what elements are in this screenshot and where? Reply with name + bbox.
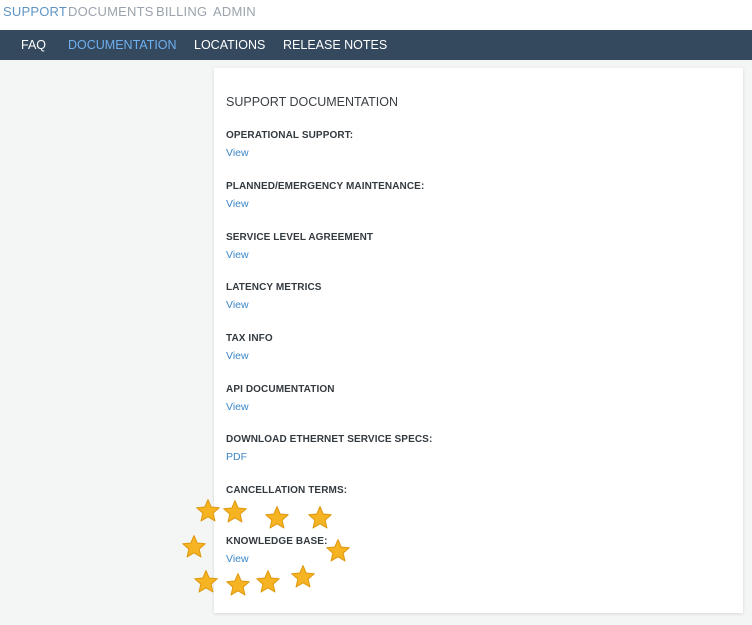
- section-heading-tax-info: TAX INFO: [226, 333, 273, 344]
- top-nav-item-admin[interactable]: ADMIN: [213, 4, 256, 19]
- section-heading-cancellation-terms: CANCELLATION TERMS:: [226, 485, 348, 496]
- operational-support-view-link[interactable]: View: [226, 147, 249, 159]
- section-heading-ethernet-specs: DOWNLOAD ETHERNET SERVICE SPECS:: [226, 434, 433, 445]
- star-icon: [308, 506, 332, 529]
- knowledge-base-view-link[interactable]: View: [226, 553, 249, 565]
- section-heading-operational-support: OPERATIONAL SUPPORT:: [226, 130, 354, 141]
- star-icon: [226, 573, 250, 596]
- sub-nav-item-locations[interactable]: LOCATIONS: [194, 38, 265, 52]
- star-icon: [223, 500, 247, 523]
- star-icon: [291, 565, 315, 588]
- section-heading-api-documentation: API DOCUMENTATION: [226, 384, 335, 395]
- sub-nav-item-release-notes[interactable]: RELEASE NOTES: [283, 38, 387, 52]
- section-heading-knowledge-base: KNOWLEDGE BASE:: [226, 536, 328, 547]
- star-icon: [196, 499, 220, 522]
- top-nav-item-support[interactable]: SUPPORT: [3, 4, 67, 19]
- sub-nav-item-faq[interactable]: FAQ: [21, 38, 46, 52]
- star-icon: [256, 570, 280, 593]
- section-heading-maintenance: PLANNED/EMERGENCY MAINTENANCE:: [226, 181, 425, 192]
- top-nav-item-documents[interactable]: DOCUMENTS: [68, 4, 154, 19]
- top-nav: SUPPORT DOCUMENTS BILLING ADMIN: [0, 0, 752, 30]
- section-heading-latency-metrics: LATENCY METRICS: [226, 282, 322, 293]
- page-title: SUPPORT DOCUMENTATION: [226, 95, 399, 109]
- sla-view-link[interactable]: View: [226, 249, 249, 261]
- star-icon: [265, 506, 289, 529]
- ethernet-specs-pdf-link[interactable]: PDF: [226, 451, 247, 463]
- documentation-card: SUPPORT DOCUMENTATION OPERATIONAL SUPPOR…: [214, 68, 743, 613]
- star-icon: [194, 570, 218, 593]
- top-nav-item-billing[interactable]: BILLING: [156, 4, 207, 19]
- tax-info-view-link[interactable]: View: [226, 350, 249, 362]
- star-icon: [182, 535, 206, 558]
- sub-nav-item-documentation[interactable]: DOCUMENTATION: [68, 38, 177, 52]
- section-heading-sla: SERVICE LEVEL AGREEMENT: [226, 232, 374, 243]
- sub-nav: FAQ DOCUMENTATION LOCATIONS RELEASE NOTE…: [0, 30, 752, 60]
- api-documentation-view-link[interactable]: View: [226, 401, 249, 413]
- star-icon: [326, 539, 350, 562]
- maintenance-view-link[interactable]: View: [226, 198, 249, 210]
- latency-metrics-view-link[interactable]: View: [226, 299, 249, 311]
